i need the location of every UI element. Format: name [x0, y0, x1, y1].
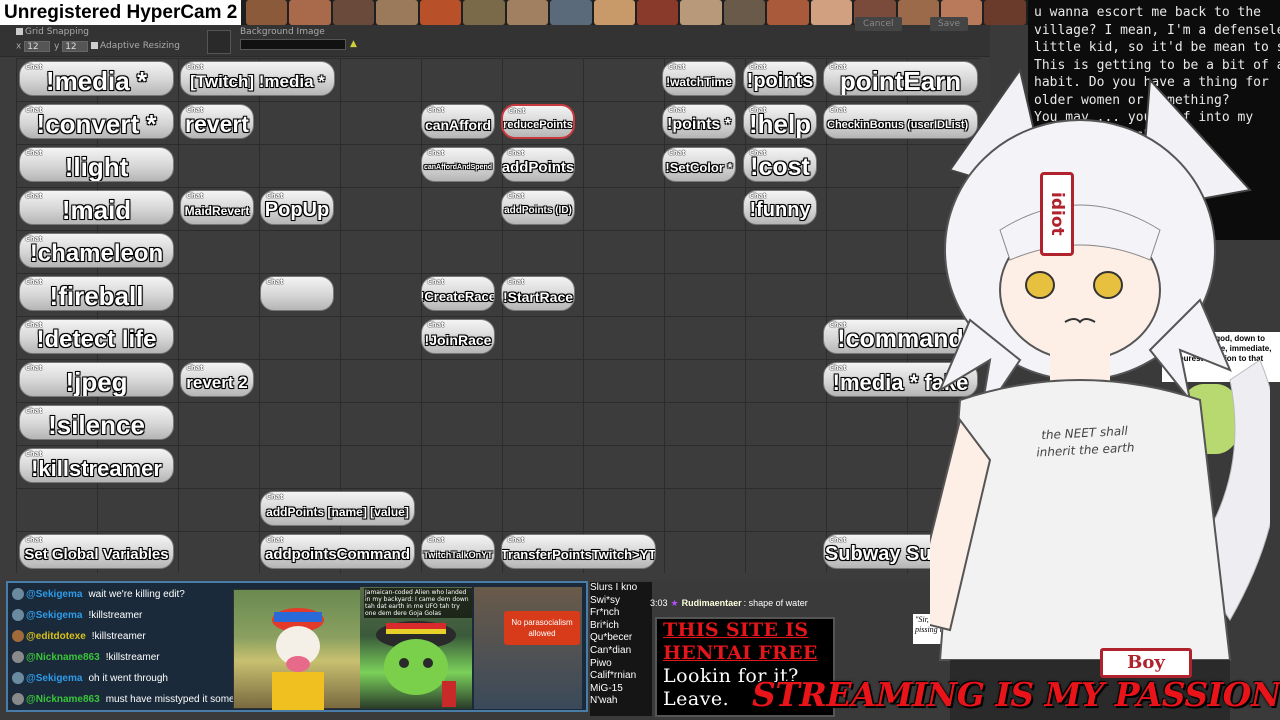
command-button-command[interactable]: Chat !command	[823, 319, 978, 354]
sir-caption: "Sir, have you pissing tonig	[913, 614, 971, 644]
command-button-killstreamer[interactable]: Chat !killstreamer	[19, 448, 174, 483]
command-button-joinrace[interactable]: Chat !JoinRace	[421, 319, 495, 354]
chat-message: @Nickname863 !killstreamer	[12, 648, 160, 666]
dog-meme-image	[233, 589, 361, 710]
chat-ticker: 3:03 ★ Rudimaentaer: shape of water	[650, 597, 808, 609]
censored-list: Slurs I kno Swi*sy Fr*nch Bri*ich Qu*bec…	[590, 582, 652, 716]
command-button-canaffordandspend[interactable]: Chat canAffordAndSpend	[421, 147, 495, 182]
command-button-cost[interactable]: Chat !cost	[743, 147, 817, 182]
avatar	[12, 672, 24, 684]
adaptive-resizing-toggle[interactable]: Adaptive Resizing	[91, 41, 180, 51]
command-grid: Chat !media * Chat [Twitch] !media * Chat!…	[16, 58, 980, 573]
avatar	[12, 588, 24, 600]
command-button-startrace[interactable]: Chat !StartRace	[501, 276, 575, 311]
command-button-addpoints-name-value[interactable]: Chat addPoints [name] [value]	[260, 491, 415, 526]
command-button-createrace[interactable]: Chat !CreateRace	[421, 276, 495, 311]
y-spacing-input[interactable]	[62, 41, 89, 52]
command-button-checkinbonus[interactable]: Chat CheckinBonus (userIDList)	[823, 104, 978, 139]
command-button-convert[interactable]: Chat !convert *	[19, 104, 174, 139]
command-button-pointearn[interactable]: Chat pointEarn	[823, 61, 978, 96]
command-button-watchtime[interactable]: Chat !watchTime	[662, 61, 736, 96]
command-button-twitch-media[interactable]: Chat [Twitch] !media *	[180, 61, 335, 96]
avatar	[12, 693, 24, 705]
x-spacing-input[interactable]	[24, 41, 51, 52]
command-button-points[interactable]: Chat !points	[743, 61, 817, 96]
command-button-subwaysurfers[interactable]: Chat Subway Surfers	[823, 534, 978, 569]
media-image	[474, 587, 582, 709]
command-button-addpoints-id[interactable]: Chat addPoints (ID)	[501, 190, 575, 225]
chat-box: @Sekigema wait we're killing edit? @Sekig…	[6, 581, 588, 712]
command-button-chameleon[interactable]: Chat !chameleon	[19, 233, 174, 268]
checkbox-icon	[91, 42, 98, 49]
command-button-reducepoints[interactable]: Chat reducePoints	[501, 104, 575, 139]
shirt-text: the NEET shall inherit the earth	[1036, 423, 1135, 460]
command-button-transferpoints[interactable]: Chat TransferPointsTwitch>YT	[501, 534, 656, 569]
star-icon: ★	[670, 597, 679, 608]
chat-message: @Sekigema wait we're killing edit?	[12, 585, 185, 603]
command-button-fireball[interactable]: Chat !fireball	[19, 276, 174, 311]
command-button-media[interactable]: Chat !media *	[19, 61, 174, 96]
y-spacing: y	[54, 41, 89, 52]
command-button-funny[interactable]: Chat !funny	[743, 190, 817, 225]
chat-message: @editdotexe !killstreamer	[12, 627, 146, 645]
command-button-points-star[interactable]: Chat !points *	[662, 104, 736, 139]
command-button-light[interactable]: Chat !light	[19, 147, 174, 182]
media-caption: Jamaican-coded Alien who landed in my ba…	[364, 588, 472, 618]
save-button[interactable]: Save	[930, 17, 969, 31]
upload-icon[interactable]: ▲	[350, 40, 358, 49]
command-button-jpeg[interactable]: Chat !jpeg	[19, 362, 174, 397]
dog-illustration	[272, 608, 324, 710]
command-button-media-fake[interactable]: Chat !media * fake	[823, 362, 978, 397]
editor-toolbar: Grid Snapping x y Adaptive Resizing Back…	[0, 17, 990, 57]
cancel-button[interactable]: Cancel	[855, 17, 902, 31]
no-parasocialism-sign: No parasocialism allowed	[504, 611, 580, 645]
hypercam-watermark: Unregistered HyperCam 2	[0, 0, 242, 25]
command-button-setglobalvariables[interactable]: Chat Set Global Variables	[19, 534, 174, 569]
grid-snapping-toggle[interactable]: Grid Snapping	[16, 27, 89, 37]
command-button-addpointscommand[interactable]: Chat addpointsCommand	[260, 534, 415, 569]
command-button-canafford[interactable]: Chat canAfford	[421, 104, 495, 139]
command-button-empty[interactable]: Chat	[260, 276, 334, 311]
command-button-detectlife[interactable]: Chat !detect life	[19, 319, 174, 354]
color-swatch[interactable]	[207, 30, 231, 54]
command-button-twitchtalkonyt[interactable]: Chat TwitchTalkOnYT	[421, 534, 495, 569]
command-button-maidrevert[interactable]: Chat MaidRevert	[180, 190, 254, 225]
background-image-field[interactable]	[240, 39, 346, 50]
chat-message: @Nickname863 must have misstyped it someh…	[12, 690, 253, 708]
comic-character	[1180, 384, 1240, 454]
command-button-popup[interactable]: Chat PopUp	[260, 190, 334, 225]
command-button-revert2[interactable]: Chat revert 2	[180, 362, 254, 397]
command-button-setcolor[interactable]: Chat !SetColor *	[662, 147, 736, 182]
avatar	[12, 651, 24, 663]
avatar	[12, 630, 24, 642]
command-button-silence[interactable]: Chat !silence	[19, 405, 174, 440]
checkbox-icon	[16, 28, 23, 35]
comic-caption: honest to god, down to earth, genuine, i…	[1162, 332, 1280, 382]
chat-message: @Sekigema oh it went through	[12, 669, 168, 687]
command-button-help[interactable]: Chat !help	[743, 104, 817, 139]
command-editor: Grid Snapping x y Adaptive Resizing Back…	[0, 17, 990, 580]
avatar	[12, 609, 24, 621]
idiot-hair-tag: idiot	[1040, 172, 1074, 256]
command-button-maid[interactable]: Chat !maid	[19, 190, 174, 225]
background-image-label: Background Image	[240, 27, 325, 37]
command-button-addpoints[interactable]: Chat addPoints	[501, 147, 575, 182]
streaming-passion-banner: STREAMING IS MY PASSION	[752, 675, 1280, 714]
stream-screen: Unregistered HyperCam 2 Grid Snapping x …	[0, 0, 1280, 720]
food-images-strip	[246, 0, 1026, 25]
command-button-revert[interactable]: Chat revert	[180, 104, 254, 139]
x-spacing: x	[16, 41, 51, 52]
chat-message: @Sekigema !killstreamer	[12, 606, 142, 624]
